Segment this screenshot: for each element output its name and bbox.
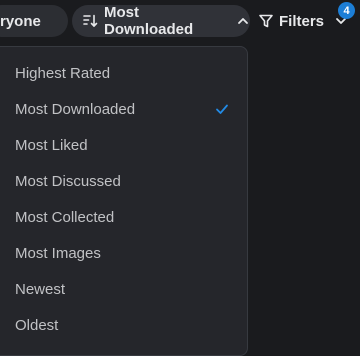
sort-option-most-discussed[interactable]: Most Discussed bbox=[0, 163, 247, 199]
check-icon bbox=[215, 102, 229, 116]
feed-toolbar: ryone Most Downloaded Filters 4 bbox=[0, 0, 360, 44]
filter-icon bbox=[258, 13, 274, 29]
sort-option-newest[interactable]: Newest bbox=[0, 271, 247, 307]
sort-option-label: Newest bbox=[15, 280, 66, 298]
chevron-up-icon bbox=[236, 14, 250, 28]
filters-button[interactable]: Filters bbox=[258, 5, 348, 37]
sort-option-label: Oldest bbox=[15, 316, 59, 334]
sort-option-most-collected[interactable]: Most Collected bbox=[0, 199, 247, 235]
sort-option-label: Most Liked bbox=[15, 136, 88, 154]
filters-label: Filters bbox=[279, 12, 325, 30]
sort-option-label: Most Downloaded bbox=[15, 100, 136, 118]
sort-select-button[interactable]: Most Downloaded bbox=[72, 4, 250, 38]
sort-option-label: Most Images bbox=[15, 244, 101, 262]
sort-option-most-downloaded[interactable]: Most Downloaded bbox=[0, 91, 247, 127]
sort-option-most-images[interactable]: Most Images bbox=[0, 235, 247, 271]
audience-select-label: ryone bbox=[0, 12, 41, 30]
sort-select-label: Most Downloaded bbox=[104, 4, 194, 38]
sort-option-label: Most Collected bbox=[15, 208, 115, 226]
sort-descending-icon bbox=[82, 13, 98, 29]
sort-option-label: Highest Rated bbox=[15, 64, 111, 82]
sort-dropdown-menu: Highest Rated Most Downloaded Most Liked… bbox=[0, 46, 248, 356]
sort-option-most-liked[interactable]: Most Liked bbox=[0, 127, 247, 163]
filters-count-badge: 4 bbox=[338, 2, 355, 19]
audience-select-button[interactable]: ryone bbox=[0, 5, 68, 37]
sort-option-highest-rated[interactable]: Highest Rated bbox=[0, 55, 247, 91]
sort-option-oldest[interactable]: Oldest bbox=[0, 307, 247, 343]
sort-option-label: Most Discussed bbox=[15, 172, 121, 190]
